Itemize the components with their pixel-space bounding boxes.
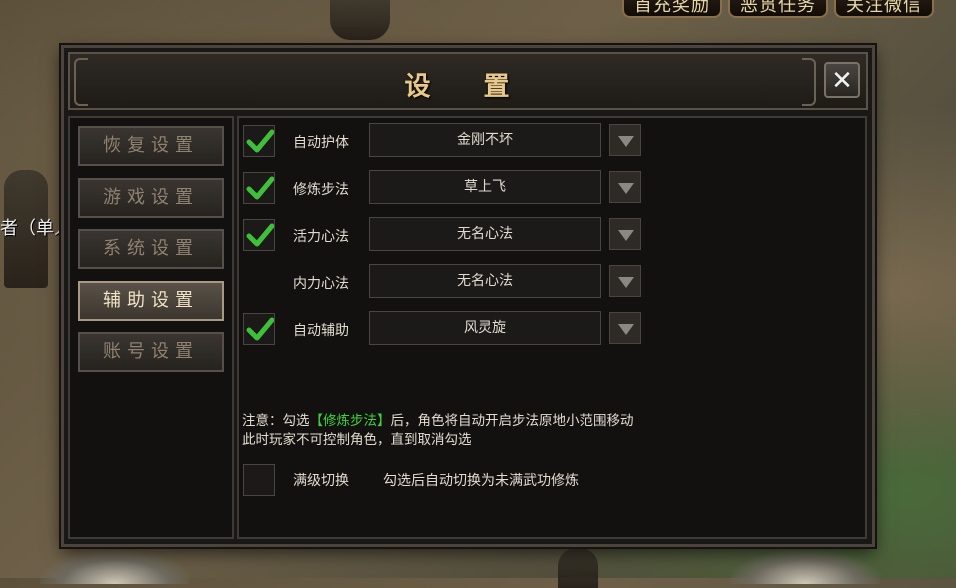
inner-force-mind-select[interactable]: 无名心法: [369, 264, 601, 298]
inner-force-mind-dropdown-arrow-icon[interactable]: [609, 265, 641, 297]
auto-assist-label: 自动辅助: [293, 323, 349, 339]
bottom-right-ornament: [730, 550, 880, 584]
sidebar-item-account-settings[interactable]: 账号设置: [78, 332, 224, 372]
vitality-mind-select[interactable]: 无名心法: [369, 217, 601, 251]
vitality-mind-dropdown-arrow-icon[interactable]: [609, 218, 641, 250]
bottom-left-ornament: [40, 550, 190, 584]
auto-assist-dropdown-arrow-icon[interactable]: [609, 312, 641, 344]
settings-dialog: 设 置 ✕ 恢复设置 游戏设置 系统设置 辅助设置 账号设置 自动护体 金刚不坏修…: [61, 45, 875, 547]
background-character: [330, 0, 390, 40]
bottom-character: [558, 548, 598, 588]
max-level-switch-row: 满级切换 勾选后自动切换为未满武功修炼: [239, 460, 799, 496]
cultivation-footwork-checkbox[interactable]: [243, 172, 275, 204]
vitality-mind-checkbox[interactable]: [243, 219, 275, 251]
max-level-switch-checkbox[interactable]: [243, 464, 275, 496]
sidebar-item-restore-settings[interactable]: 恢复设置: [78, 126, 224, 166]
notice-prefix: 注意：勾选: [242, 413, 310, 429]
inner-force-mind-label: 内力心法: [293, 276, 349, 292]
option-row-vitality-mind: 活力心法 无名心法: [239, 217, 799, 253]
settings-content: 自动护体 金刚不坏 修炼步法 草上飞 活力心法 无名心法 内力心法 无名心法 自动辅助 风灵旋 注…: [237, 116, 867, 539]
checkmark-icon: [246, 176, 274, 200]
option-row-auto-assist: 自动辅助 风灵旋: [239, 311, 799, 347]
dialog-title-bar[interactable]: 设 置 ✕: [68, 52, 868, 110]
checkmark-icon: [246, 317, 274, 341]
checkmark-icon: [246, 223, 274, 247]
top-event-tabs: 首充奖励 恶贯任务 关注微信: [622, 0, 934, 18]
auto-body-guard-select[interactable]: 金刚不坏: [369, 123, 601, 157]
notice-suffix: 后，角色将自动开启步法原地小范围移动: [390, 413, 634, 429]
auto-body-guard-checkbox[interactable]: [243, 125, 275, 157]
top-tab-first-recharge[interactable]: 首充奖励: [622, 0, 722, 18]
checkmark-icon: [246, 129, 274, 153]
notice-text: 注意：勾选【修炼步法】后，角色将自动开启步法原地小范围移动 此时玩家不可控制角色…: [242, 412, 634, 450]
notice-line-2: 此时玩家不可控制角色，直到取消勾选: [242, 432, 472, 448]
max-level-switch-description: 勾选后自动切换为未满武功修炼: [383, 473, 579, 489]
cultivation-footwork-select[interactable]: 草上飞: [369, 170, 601, 204]
sidebar-item-game-settings[interactable]: 游戏设置: [78, 178, 224, 218]
top-tab-follow-wechat[interactable]: 关注微信: [834, 0, 934, 18]
notice-highlight: 【修炼步法】: [309, 413, 391, 429]
sidebar-item-assist-settings[interactable]: 辅助设置: [78, 281, 224, 321]
auto-body-guard-label: 自动护体: [293, 135, 349, 151]
top-tab-quest[interactable]: 恶贯任务: [728, 0, 828, 18]
auto-body-guard-dropdown-arrow-icon[interactable]: [609, 124, 641, 156]
auto-assist-select[interactable]: 风灵旋: [369, 311, 601, 345]
cultivation-footwork-label: 修炼步法: [293, 182, 349, 198]
cultivation-footwork-dropdown-arrow-icon[interactable]: [609, 171, 641, 203]
option-row-inner-force-mind: 内力心法 无名心法: [239, 264, 799, 300]
option-row-auto-body-guard: 自动护体 金刚不坏: [239, 123, 799, 159]
auto-assist-checkbox[interactable]: [243, 313, 275, 345]
vitality-mind-label: 活力心法: [293, 229, 349, 245]
max-level-switch-label: 满级切换: [293, 473, 349, 489]
settings-sidebar: 恢复设置 游戏设置 系统设置 辅助设置 账号设置: [68, 116, 234, 539]
sidebar-item-system-settings[interactable]: 系统设置: [78, 229, 224, 269]
dialog-title: 设 置: [404, 72, 532, 102]
close-button[interactable]: ✕: [824, 62, 860, 98]
option-row-cultivation-footwork: 修炼步法 草上飞: [239, 170, 799, 206]
